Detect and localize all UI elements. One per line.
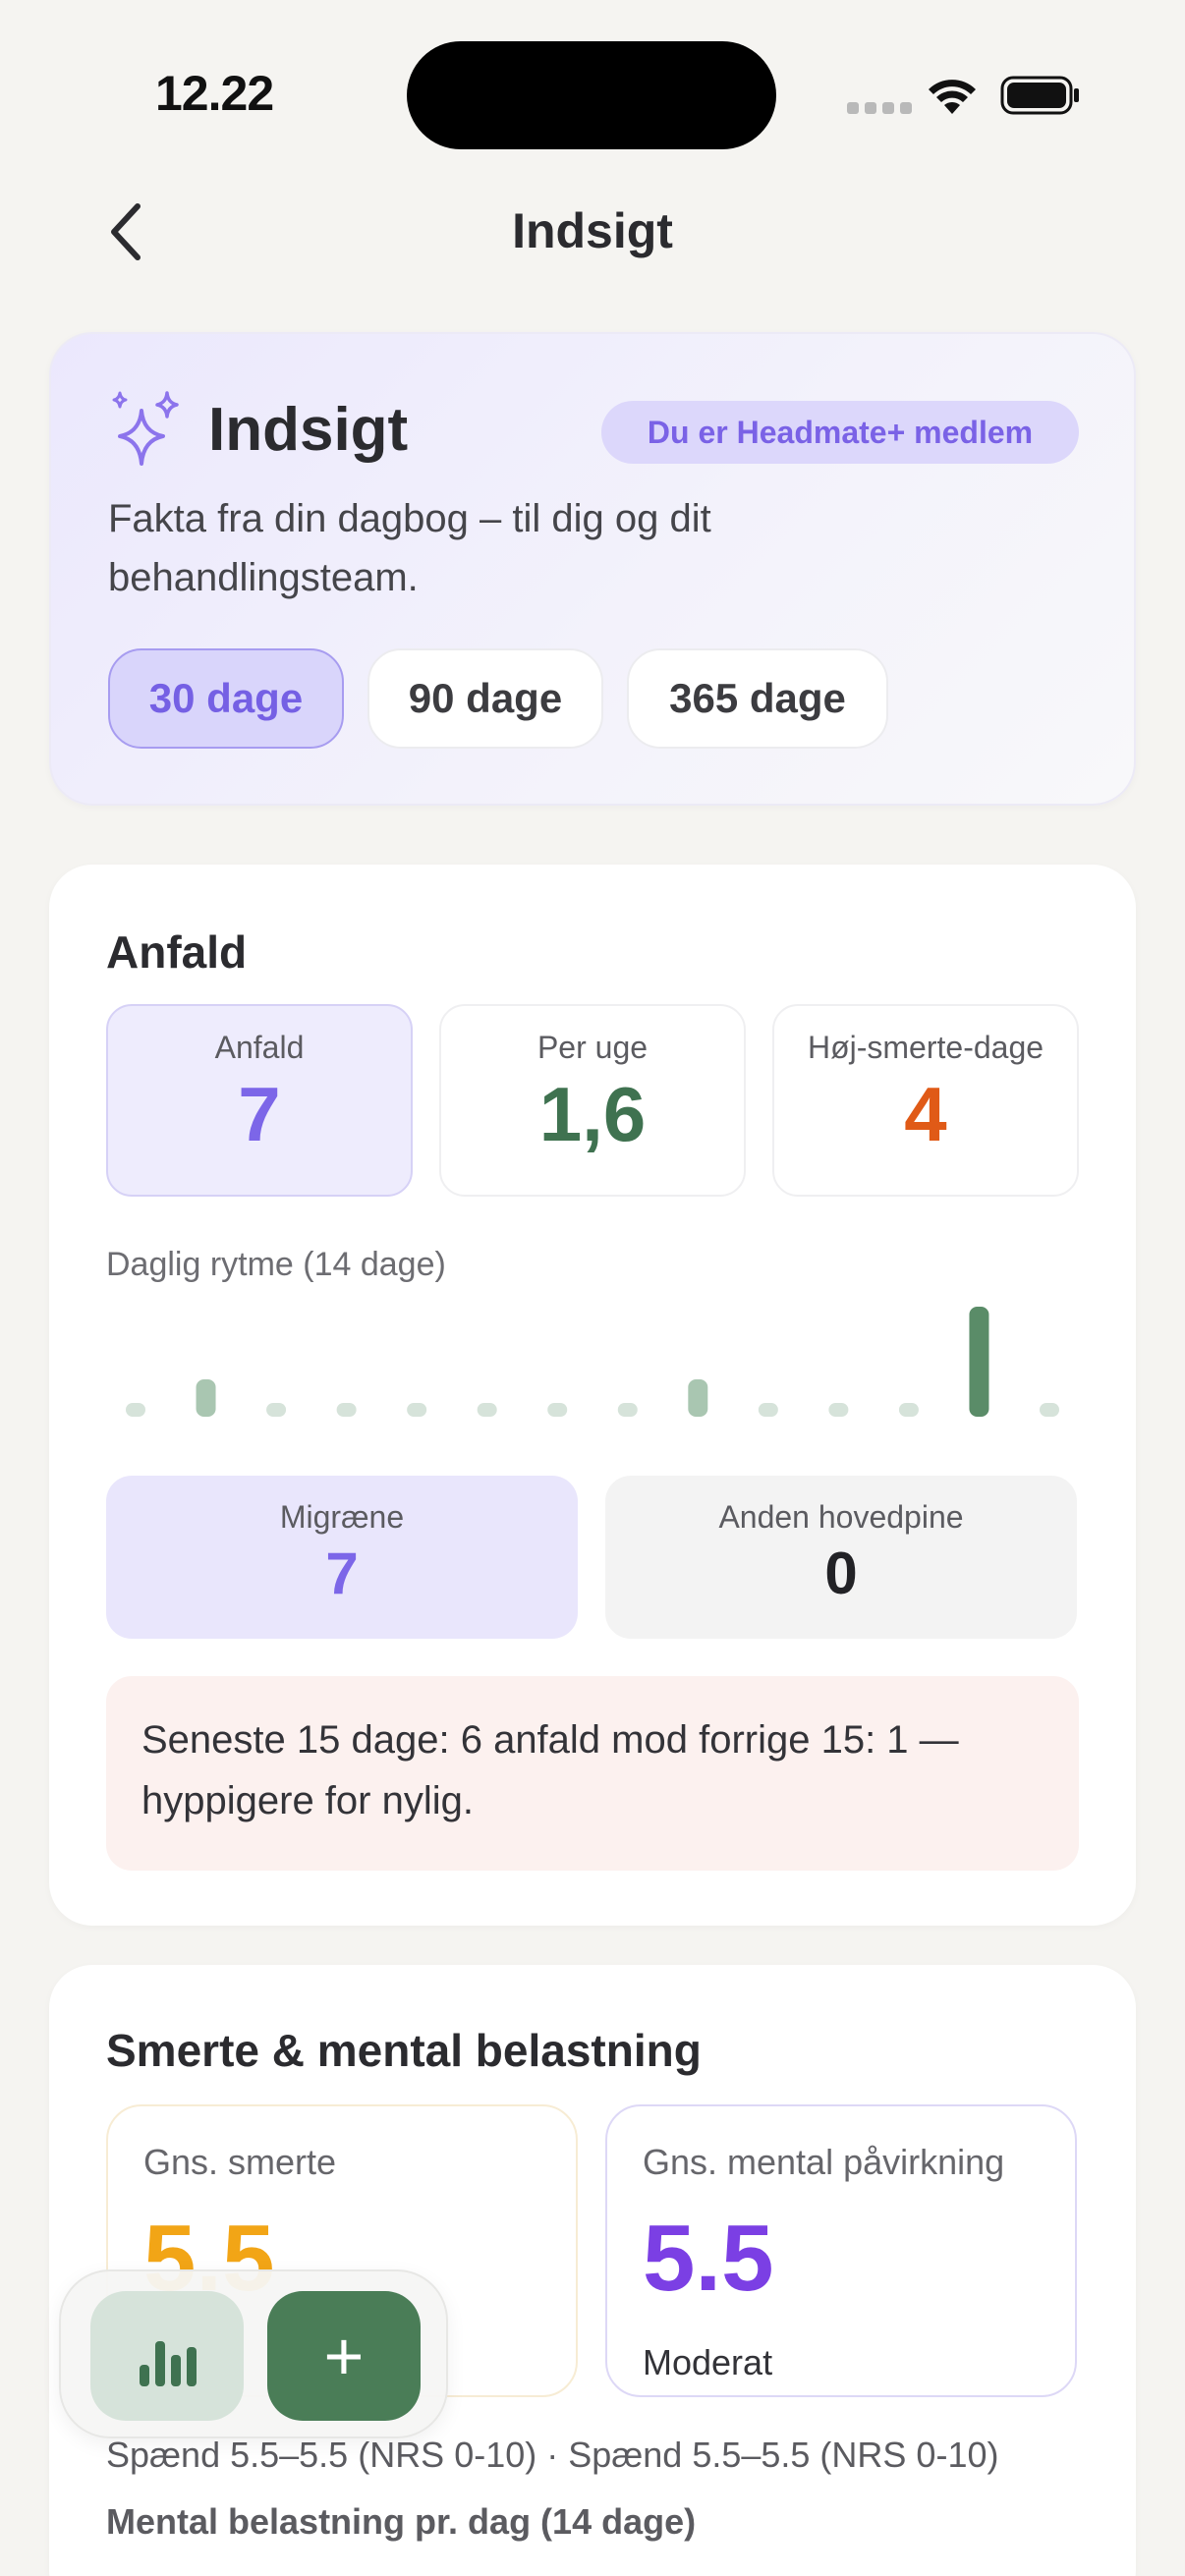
daily-rhythm-label: Daglig rytme (14 dage) — [106, 1246, 446, 1283]
stat-attacks: Anfald 7 — [106, 1004, 413, 1197]
type-value: 0 — [824, 1540, 858, 1606]
stat-label: Per uge — [536, 1030, 649, 1065]
stats-button[interactable] — [90, 2291, 244, 2421]
avg-pain-label: Gns. smerte — [143, 2142, 337, 2182]
add-entry-button[interactable]: + — [267, 2291, 421, 2421]
avg-mental-label: Gns. mental påvirkning — [643, 2142, 1005, 2182]
pain-mental-title: Smerte & mental belastning — [106, 2025, 702, 2076]
trend-note: Seneste 15 dage: 6 anfald mod forrige 15… — [106, 1676, 1079, 1871]
membership-badge: Du er Headmate+ medlem — [601, 401, 1079, 464]
wifi-icon — [929, 80, 976, 114]
insight-hero-card: Indsigt Du er Headmate+ medlem Fakta fra… — [49, 332, 1136, 806]
avg-mental-value: 5.5 — [643, 2206, 774, 2311]
range-365-days[interactable]: 365 dage — [627, 648, 888, 749]
rhythm-bar-14 — [1040, 1403, 1059, 1417]
range-selector: 30 dage 90 dage 365 dage — [108, 648, 888, 749]
type-value: 7 — [325, 1540, 359, 1606]
mental-per-day-label: Mental belastning pr. dag (14 dage) — [106, 2501, 697, 2542]
stat-value: 1,6 — [538, 1071, 647, 1157]
nav-bar: Indsigt — [0, 177, 1185, 285]
avg-mental-box: Gns. mental påvirkning 5.5 Moderat — [605, 2104, 1077, 2397]
rhythm-bar-3 — [266, 1403, 287, 1417]
plus-icon: + — [323, 2318, 365, 2394]
hero-subtitle: Fakta fra din dagbog – til dig og dit be… — [108, 497, 711, 599]
stat-per-week: Per uge 1,6 — [439, 1004, 746, 1197]
battery-icon — [1000, 76, 1079, 115]
bar-chart-icon — [140, 2341, 197, 2386]
span-text: Spænd 5.5–5.5 (NRS 0-10) · Spænd 5.5–5.5… — [106, 2435, 999, 2475]
sparkles-icon — [112, 391, 179, 466]
type-migraine[interactable]: Migræne 7 — [106, 1476, 578, 1639]
daily-rhythm-chart — [126, 1307, 1059, 1417]
type-other-headache[interactable]: Anden hovedpine 0 — [605, 1476, 1077, 1639]
status-time: 12.22 — [155, 66, 274, 121]
rhythm-bar-2 — [196, 1379, 216, 1417]
attacks-card: Anfald Anfald 7 Per uge 1,6 Høj-smerte-d… — [49, 865, 1136, 1926]
type-label: Anden hovedpine — [718, 1499, 964, 1535]
stat-value: 4 — [904, 1071, 947, 1157]
avg-mental-level: Moderat — [643, 2342, 773, 2382]
rhythm-bar-1 — [126, 1403, 145, 1417]
stat-label: Anfald — [214, 1030, 305, 1065]
range-30-days[interactable]: 30 dage — [108, 648, 344, 749]
attacks-title: Anfald — [106, 926, 248, 978]
rhythm-bar-6 — [477, 1403, 497, 1417]
rhythm-bar-5 — [407, 1403, 427, 1417]
rhythm-bar-4 — [336, 1403, 357, 1417]
rhythm-bar-7 — [547, 1403, 568, 1417]
stat-label: Høj-smerte-dage — [807, 1030, 1044, 1065]
cellular-signal-icon — [847, 102, 912, 114]
floating-action-bar: + — [59, 2269, 448, 2438]
status-bar: 12.22 — [0, 0, 1185, 177]
type-label: Migræne — [279, 1499, 405, 1535]
dynamic-island — [407, 41, 776, 149]
rhythm-bar-11 — [828, 1403, 849, 1417]
rhythm-bar-10 — [758, 1403, 778, 1417]
hero-title: Indsigt — [208, 396, 409, 464]
range-90-days[interactable]: 90 dage — [367, 648, 603, 749]
rhythm-bar-9 — [688, 1379, 708, 1417]
rhythm-bar-13 — [969, 1307, 989, 1417]
stat-value: 7 — [238, 1071, 281, 1157]
page-title: Indsigt — [512, 203, 673, 258]
stat-high-pain-days: Høj-smerte-dage 4 — [772, 1004, 1079, 1197]
rhythm-bar-8 — [617, 1403, 638, 1417]
rhythm-bar-12 — [898, 1403, 919, 1417]
